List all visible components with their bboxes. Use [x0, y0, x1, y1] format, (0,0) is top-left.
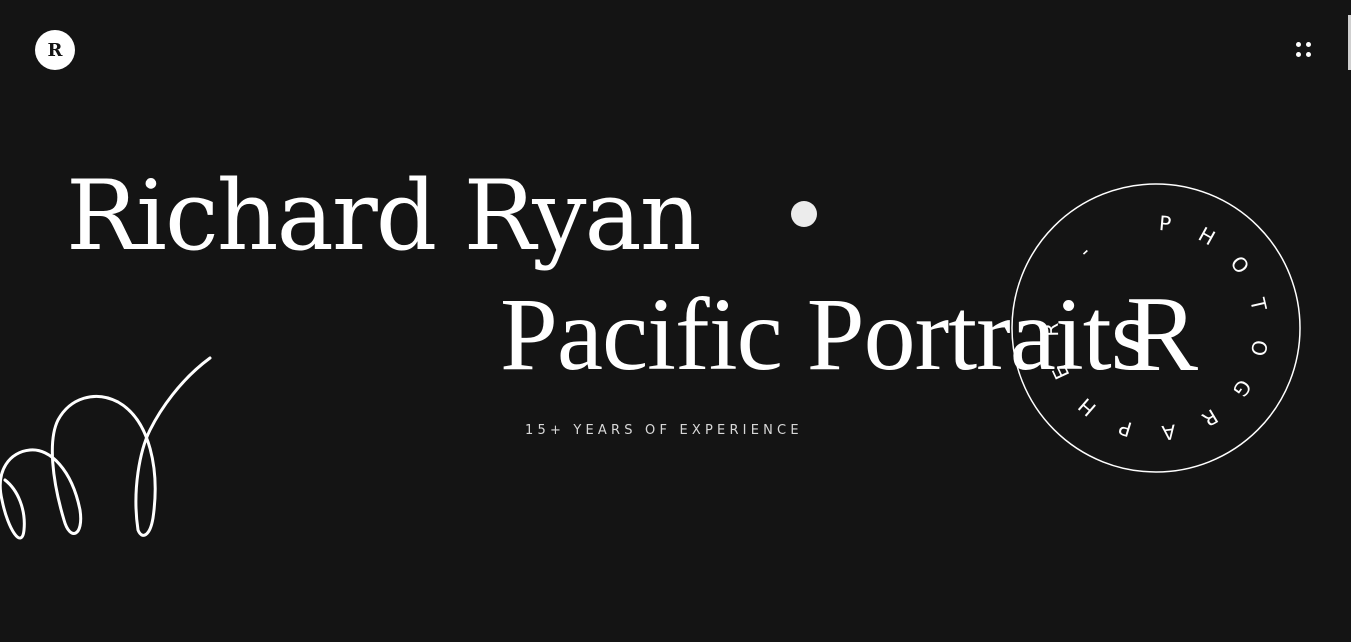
menu-dot-icon — [1306, 52, 1311, 57]
badge-ring-letter: H — [1074, 393, 1101, 421]
badge-ring-letter: O — [1226, 251, 1255, 278]
badge-monogram: R — [1126, 275, 1198, 394]
experience-tagline: 15+ YEARS OF EXPERIENCE — [525, 423, 803, 438]
menu-button[interactable] — [1290, 35, 1320, 65]
menu-dot-icon — [1296, 42, 1301, 47]
badge-ring-letter: G — [1228, 375, 1257, 401]
logo-button[interactable]: R — [35, 30, 75, 70]
badge-ring-letter: R — [1039, 323, 1063, 337]
badge-ring-letter: O — [1246, 338, 1273, 358]
badge-ring-letter: P — [1158, 211, 1172, 236]
photographer-badge: R P HOTOGRAPHER - — [1011, 183, 1301, 473]
badge-ring-letter: - — [1074, 240, 1096, 262]
logo-letter: R — [47, 39, 63, 61]
menu-dot-icon — [1296, 52, 1301, 57]
hero-title: Richard Ryan — [66, 160, 702, 272]
menu-dot-icon — [1306, 42, 1311, 47]
badge-ring-letter: A — [1160, 419, 1177, 445]
badge-ring-letter: P — [1116, 415, 1135, 441]
badge-ring-letter: T — [1245, 295, 1272, 314]
squiggle-decoration — [0, 356, 212, 540]
badge-ring-letter: R — [1198, 404, 1222, 432]
badge-ring-letter: H — [1195, 222, 1220, 250]
badge-ring-letter: E — [1047, 362, 1074, 384]
cursor-dot — [791, 201, 817, 227]
